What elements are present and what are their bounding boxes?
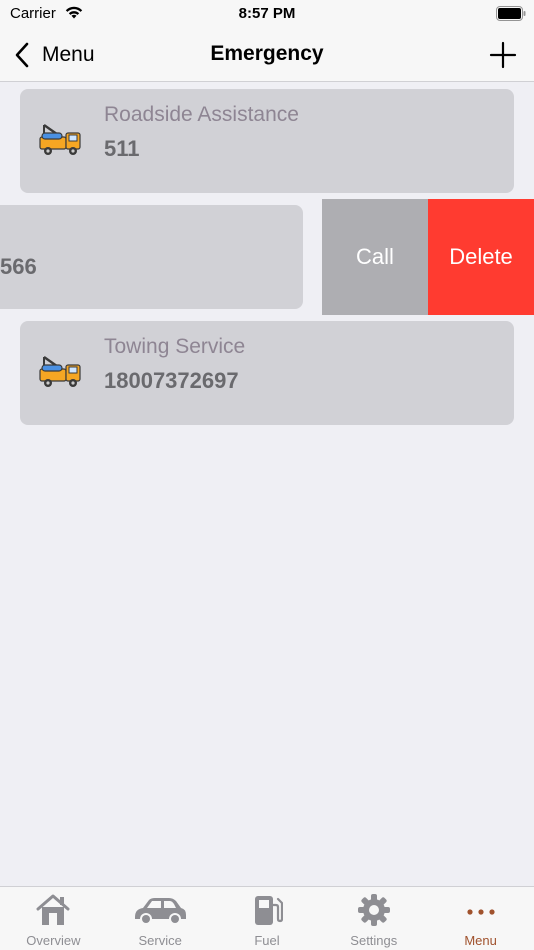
back-button[interactable]: Menu [14, 40, 95, 70]
tab-service[interactable]: Service [107, 887, 214, 950]
contact-number: 566 [0, 254, 37, 279]
fuel-pump-icon [254, 896, 283, 925]
contact-number: 511 [104, 136, 140, 161]
tab-label: Overview [26, 933, 81, 948]
delete-button[interactable]: Delete [428, 199, 534, 315]
tab-bar: Overview Service Fuel Settings Menu [0, 886, 534, 950]
tow-truck-icon [39, 124, 81, 155]
status-bar: Carrier 8:57 PM [0, 0, 534, 30]
contact-card[interactable]: Roadside Assistance 511 [20, 89, 514, 193]
contact-card[interactable]: 566 [0, 205, 303, 309]
tab-fuel[interactable]: Fuel [214, 887, 321, 950]
tab-label: Menu [464, 933, 497, 948]
back-button-label: Menu [42, 43, 95, 66]
contact-card[interactable]: Towing Service 18007372697 [20, 321, 514, 425]
navigation-bar: Menu Emergency [0, 30, 534, 82]
contact-name: Roadside Assistance [104, 103, 299, 126]
car-icon [135, 898, 187, 925]
contact-number: 18007372697 [104, 368, 239, 393]
battery-icon [496, 6, 526, 21]
tab-settings[interactable]: Settings [320, 887, 427, 950]
tow-truck-icon [39, 356, 81, 387]
tab-label: Settings [350, 933, 398, 948]
swiped-row: 566 Call Delete [0, 199, 534, 315]
tab-label: Fuel [254, 933, 280, 948]
call-button[interactable]: Call [322, 199, 428, 315]
chevron-left-icon [15, 42, 29, 68]
contact-name: Towing Service [104, 335, 246, 358]
gear-icon [357, 894, 390, 926]
tab-overview[interactable]: Overview [0, 887, 107, 950]
plus-icon[interactable] [488, 40, 518, 70]
emergency-screen: Carrier 8:57 PM Menu Emergency Roadside … [0, 0, 534, 950]
tab-label: Service [138, 933, 182, 948]
more-dots-icon [466, 909, 495, 915]
tab-menu[interactable]: Menu [427, 887, 534, 950]
house-icon [36, 894, 70, 925]
clock: 8:57 PM [238, 5, 296, 22]
